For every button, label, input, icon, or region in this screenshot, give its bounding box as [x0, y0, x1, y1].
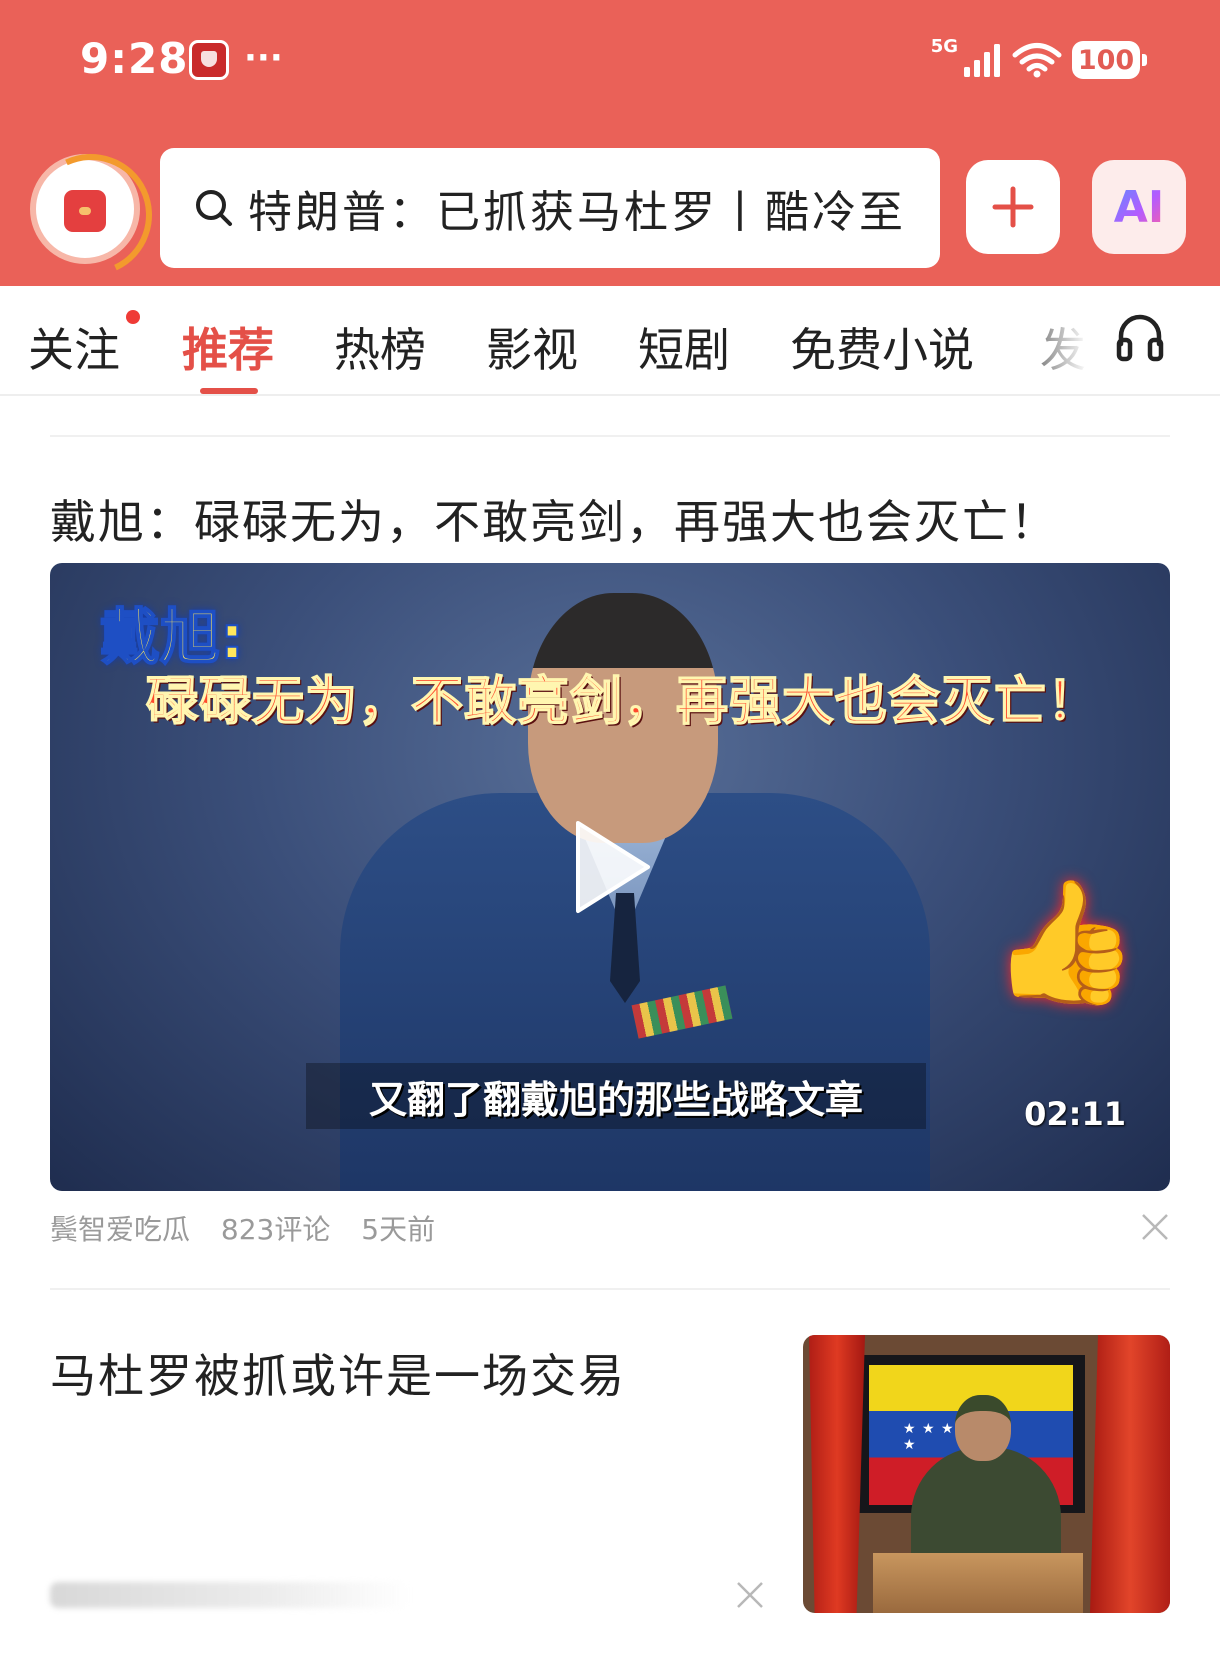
battery-icon: 100 [1072, 41, 1147, 79]
article-title[interactable]: 戴旭：碌碌无为，不敢亮剑，再强大也会灭亡！ [50, 486, 1058, 552]
search-icon [196, 190, 232, 226]
network-type: 5G [930, 36, 958, 57]
article-thumbnail[interactable]: ★ ★ ★ ★ [803, 1335, 1170, 1613]
article-meta: 鬓智爱吃瓜 823评论 5天前 [50, 1208, 457, 1248]
thumbs-up-icon: 👍 [990, 873, 1140, 1012]
feed-divider [50, 435, 1170, 437]
tab-hot-list[interactable]: 热榜 [334, 314, 426, 380]
comment-count: 823评论 [220, 1213, 331, 1246]
top-header: 9:28 ··· 5G 100 特朗普：已抓获马杜罗丨酷冷至 AI [0, 0, 1220, 286]
app-notification-icon [189, 40, 229, 80]
app-logo-icon[interactable] [30, 154, 140, 264]
signal-icon [964, 44, 1000, 77]
red-banner-right [1090, 1335, 1170, 1613]
video-overlay-quote: 碌碌无为，不敢亮剑，再强大也会灭亡！ [145, 671, 1101, 733]
search-input[interactable]: 特朗普：已抓获马杜罗丨酷冷至 [160, 148, 940, 268]
tab-short-drama[interactable]: 短剧 [638, 314, 730, 380]
dismiss-icon[interactable] [735, 1580, 765, 1610]
red-banner-left [809, 1335, 865, 1613]
dismiss-icon[interactable] [1140, 1212, 1170, 1242]
tab-free-novels[interactable]: 免费小说 [790, 314, 974, 380]
active-tab-indicator [200, 388, 258, 394]
search-query-text: 特朗普：已抓获马杜罗丨酷冷至 [248, 187, 906, 238]
play-icon[interactable] [570, 817, 654, 917]
video-duration: 02:11 [1024, 1095, 1126, 1133]
status-icons: 5G 100 [930, 36, 1147, 82]
video-thumbnail[interactable]: 戴旭: 碌碌无为，不敢亮剑，再强大也会灭亡！ 👍 又翻了翻戴旭的那些战略文章 0… [50, 563, 1170, 1191]
more-notifications-icon: ··· [244, 38, 283, 78]
notification-dot [126, 310, 140, 324]
author-name[interactable]: 鬓智爱吃瓜 [50, 1213, 190, 1246]
plus-icon [992, 186, 1034, 228]
tabs-fade [1000, 286, 1110, 394]
add-button[interactable] [966, 160, 1060, 254]
ai-label: AI [1113, 181, 1165, 233]
tab-follow[interactable]: 关注 [28, 314, 120, 380]
feed-divider [50, 1288, 1170, 1290]
article-title[interactable]: 马杜罗被抓或许是一场交易 [50, 1340, 626, 1406]
headphones-icon[interactable] [1116, 312, 1164, 362]
ai-assistant-button[interactable]: AI [1092, 160, 1186, 254]
tab-recommend[interactable]: 推荐 [182, 314, 274, 380]
status-time: 9:28 [80, 34, 189, 83]
speaker-head [955, 1395, 1011, 1461]
video-subtitle: 又翻了翻戴旭的那些战略文章 [306, 1063, 926, 1129]
post-time: 5天前 [361, 1213, 436, 1246]
podium [873, 1553, 1083, 1613]
blurred-meta [50, 1582, 410, 1608]
wifi-icon [1012, 43, 1062, 78]
tab-film[interactable]: 影视 [486, 314, 578, 380]
